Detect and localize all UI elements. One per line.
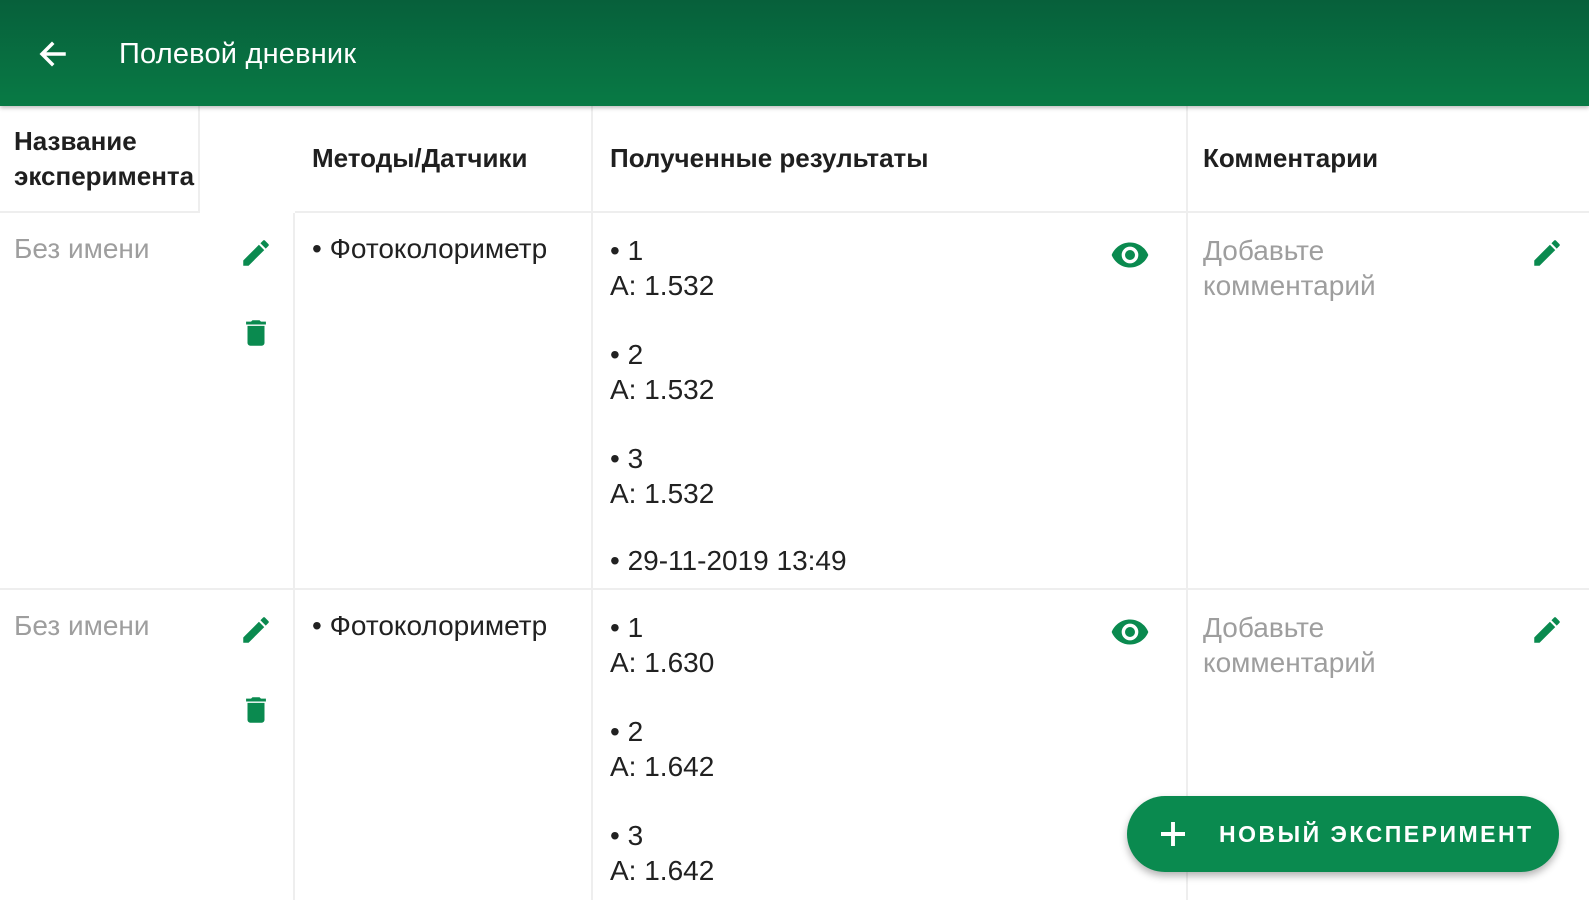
delete-button[interactable] bbox=[236, 313, 276, 353]
pencil-icon bbox=[243, 617, 269, 643]
experiments-table: Название эксперимента Методы/Датчики Пол… bbox=[0, 106, 1589, 900]
edit-name-button[interactable] bbox=[236, 233, 276, 273]
result-index: • 3 bbox=[610, 443, 644, 474]
experiment-name[interactable]: Без имени bbox=[14, 233, 150, 265]
new-experiment-button[interactable]: НОВЫЙ ЭКСПЕРИМЕНТ bbox=[1127, 796, 1559, 872]
result-value: A: 1.532 bbox=[610, 270, 715, 301]
view-results-button[interactable] bbox=[1108, 235, 1152, 275]
app-bar: Полевой дневник bbox=[0, 0, 1589, 106]
trash-icon bbox=[246, 697, 266, 723]
new-experiment-label: НОВЫЙ ЭКСПЕРИМЕНТ bbox=[1219, 821, 1534, 847]
table-row-1-method-cell: • Фотоколориметр bbox=[295, 213, 593, 590]
results-list: • 1 A: 1.532 • 2 A: 1.532 • 3 A: 1.532 •… bbox=[610, 233, 847, 578]
table-row-2-method-cell: • Фотоколориметр bbox=[295, 590, 593, 900]
result-index: • 2 bbox=[610, 716, 644, 747]
table-row-1-comment-cell: Добавьте комментарий bbox=[1188, 213, 1589, 590]
result-value: A: 1.642 bbox=[610, 855, 715, 886]
result-value: A: 1.532 bbox=[610, 478, 715, 509]
result-value: A: 1.532 bbox=[610, 374, 715, 405]
method-item: • Фотоколориметр bbox=[312, 610, 548, 641]
comment-placeholder[interactable]: Добавьте комментарий bbox=[1203, 610, 1463, 680]
result-item: • 2 A: 1.532 bbox=[610, 337, 847, 407]
result-index: • 2 bbox=[610, 339, 644, 370]
results-list: • 1 A: 1.630 • 2 A: 1.642 • 3 A: 1.642 bbox=[610, 610, 714, 900]
result-index: • 3 bbox=[610, 820, 644, 851]
edit-name-button[interactable] bbox=[236, 610, 276, 650]
result-item: • 1 A: 1.630 bbox=[610, 610, 714, 680]
result-item: • 3 A: 1.532 bbox=[610, 441, 847, 511]
pencil-icon bbox=[1534, 617, 1560, 643]
plus-icon bbox=[1161, 822, 1185, 846]
result-item: • 2 A: 1.642 bbox=[610, 714, 714, 784]
result-index: • 1 bbox=[610, 235, 644, 266]
page-title: Полевой дневник bbox=[119, 38, 357, 70]
result-value: A: 1.642 bbox=[610, 751, 715, 782]
result-index: • 1 bbox=[610, 612, 644, 643]
result-item: • 1 A: 1.532 bbox=[610, 233, 847, 303]
table-row-2-name-cell: Без имени bbox=[0, 590, 295, 900]
pencil-icon bbox=[243, 240, 269, 266]
back-button[interactable] bbox=[34, 36, 74, 72]
column-header-methods: Методы/Датчики bbox=[295, 106, 593, 213]
edit-comment-button[interactable] bbox=[1527, 610, 1567, 650]
view-results-button[interactable] bbox=[1108, 612, 1152, 652]
delete-button[interactable] bbox=[236, 690, 276, 730]
comment-placeholder[interactable]: Добавьте комментарий bbox=[1203, 233, 1463, 303]
edit-comment-button[interactable] bbox=[1527, 233, 1567, 273]
pencil-icon bbox=[1534, 240, 1560, 266]
result-date: • 29-11-2019 13:49 bbox=[610, 545, 847, 576]
table-row-1-results-cell: • 1 A: 1.532 • 2 A: 1.532 • 3 A: 1.532 •… bbox=[593, 213, 1188, 590]
column-header-comments: Комментарии bbox=[1188, 106, 1589, 213]
trash-icon bbox=[246, 320, 266, 346]
table-row-2-results-cell: • 1 A: 1.630 • 2 A: 1.642 • 3 A: 1.642 bbox=[593, 590, 1188, 900]
experiment-name[interactable]: Без имени bbox=[14, 610, 150, 642]
result-item: • 3 A: 1.642 bbox=[610, 818, 714, 888]
eye-icon bbox=[1111, 619, 1149, 645]
method-item: • Фотоколориметр bbox=[312, 233, 548, 264]
table-row-1-name-cell: Без имени bbox=[0, 213, 295, 590]
arrow-back-icon bbox=[39, 41, 66, 67]
result-value: A: 1.630 bbox=[610, 647, 715, 678]
eye-icon bbox=[1111, 242, 1149, 268]
column-header-name: Название эксперимента bbox=[0, 106, 200, 213]
column-header-results: Полученные результаты bbox=[593, 106, 1188, 213]
